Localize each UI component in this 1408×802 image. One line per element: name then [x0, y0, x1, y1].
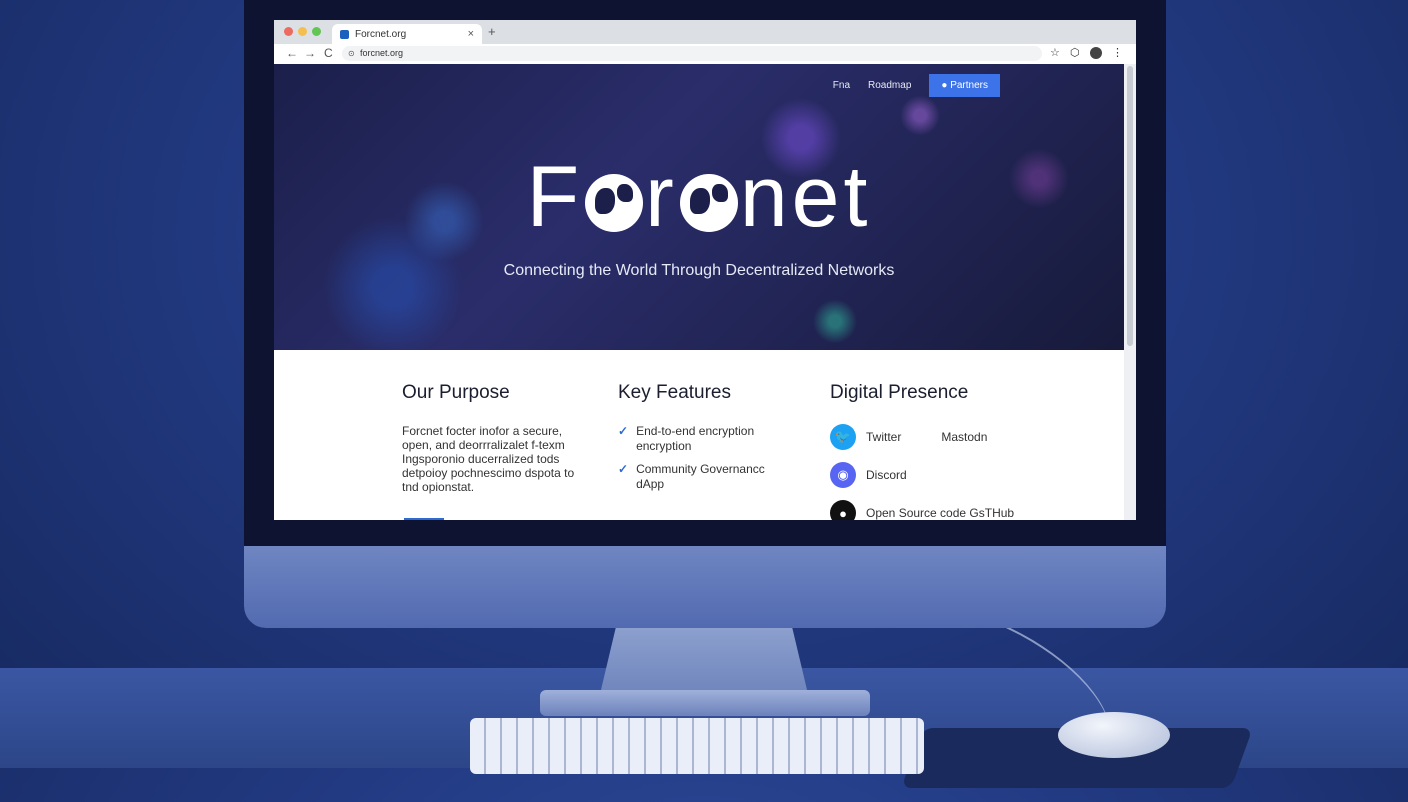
- logo-letter-f: F: [526, 149, 584, 245]
- twitter-icon: 🐦: [830, 424, 856, 450]
- github-link[interactable]: ● Open Source code GsTHub: [830, 500, 1014, 520]
- minimize-window-icon[interactable]: [298, 27, 307, 36]
- hero-section: Fna Roadmap ● Partners Fr net Connecting …: [274, 64, 1124, 350]
- site-info-icon[interactable]: ⊙: [348, 46, 355, 61]
- keyboard: [470, 718, 924, 774]
- globe-icon: [679, 174, 738, 232]
- discord-icon: ◉: [830, 462, 856, 488]
- window-controls: [284, 27, 321, 36]
- check-icon: ✓: [618, 462, 629, 476]
- mastodon-label: Mastodn: [941, 430, 988, 444]
- tab-title: Forcnet.org: [355, 28, 407, 40]
- tab-close-icon[interactable]: ×: [468, 28, 474, 40]
- monitor-chin: [244, 546, 1166, 628]
- nav-link-roadmap[interactable]: Roadmap: [868, 80, 911, 91]
- purpose-text: Forcnet focter inofor a secure, open, an…: [402, 424, 575, 494]
- bookmark-star-icon[interactable]: ☆: [1050, 46, 1060, 59]
- forward-button[interactable]: →: [304, 46, 316, 60]
- browser-toolbar: ← → C ⊙ forcnet.org ☆ ⬡ ⋮: [274, 44, 1136, 65]
- check-icon: ✓: [618, 424, 629, 438]
- site-nav: Fna Roadmap ● Partners: [833, 74, 1000, 97]
- info-section: Our Purpose Forcnet focter inofor a secu…: [274, 350, 1124, 520]
- feature-item: ✓ End-to-end encryption encryption: [618, 424, 778, 454]
- nav-link-fna[interactable]: Fna: [833, 80, 850, 91]
- accent-underline: [404, 518, 444, 520]
- hero-tagline: Connecting the World Through Decentraliz…: [503, 262, 895, 279]
- logo-suffix: net: [739, 149, 872, 245]
- partners-button[interactable]: ● Partners: [929, 74, 1000, 97]
- user-icon: ●: [941, 80, 948, 91]
- address-bar[interactable]: ⊙ forcnet.org: [342, 46, 1042, 61]
- back-button[interactable]: ←: [286, 46, 298, 60]
- github-label: Open Source code GsTHub: [866, 506, 1015, 520]
- features-heading: Key Features: [618, 382, 731, 403]
- logo-letter-r: r: [645, 149, 678, 245]
- features-column: Key Features ✓ End-to-end encryption enc…: [618, 382, 778, 500]
- site-logo: Fr net: [274, 148, 1124, 247]
- purpose-column: Our Purpose Forcnet focter inofor a secu…: [402, 382, 582, 494]
- presence-heading: Digital Presence: [830, 382, 969, 403]
- mastodon-link[interactable]: Mastodn: [941, 430, 987, 444]
- screen: Forcnet.org × + ← → C ⊙ forcnet.org ☆ ⬡ …: [274, 20, 1136, 520]
- menu-kebab-icon[interactable]: ⋮: [1112, 46, 1123, 59]
- close-window-icon[interactable]: [284, 27, 293, 36]
- twitter-label: Twitter: [866, 430, 902, 444]
- mouse: [1058, 712, 1170, 758]
- tab-bar: Forcnet.org × +: [274, 20, 1136, 44]
- partners-button-label: Partners: [950, 80, 988, 91]
- github-icon: ●: [830, 500, 856, 520]
- scrollbar-thumb[interactable]: [1127, 66, 1133, 346]
- globe-icon: [585, 174, 644, 232]
- presence-column: Digital Presence 🐦 Twitter Mastodn ◉ Dis…: [830, 382, 1014, 520]
- feature-text: Community Governancc dApp: [636, 462, 765, 491]
- profile-avatar[interactable]: [1090, 47, 1102, 59]
- new-tab-button[interactable]: +: [488, 24, 496, 39]
- address-url: forcnet.org: [360, 48, 404, 58]
- extensions-icon[interactable]: ⬡: [1070, 46, 1080, 59]
- page-scrollbar[interactable]: [1124, 64, 1136, 520]
- discord-label: Discord: [866, 468, 907, 482]
- feature-item: ✓ Community Governancc dApp: [618, 462, 778, 492]
- favicon-icon: [340, 29, 349, 39]
- twitter-link[interactable]: 🐦 Twitter: [830, 424, 901, 450]
- purpose-heading: Our Purpose: [402, 382, 510, 403]
- maximize-window-icon[interactable]: [312, 27, 321, 36]
- browser-tab[interactable]: Forcnet.org ×: [332, 24, 482, 44]
- monitor-stand-base: [540, 690, 870, 716]
- reload-button[interactable]: C: [324, 46, 333, 60]
- monitor-stand-neck: [600, 624, 808, 694]
- social-row: 🐦 Twitter Mastodn: [830, 424, 1014, 462]
- discord-link[interactable]: ◉ Discord: [830, 462, 1014, 488]
- feature-text: End-to-end encryption encryption: [636, 424, 755, 453]
